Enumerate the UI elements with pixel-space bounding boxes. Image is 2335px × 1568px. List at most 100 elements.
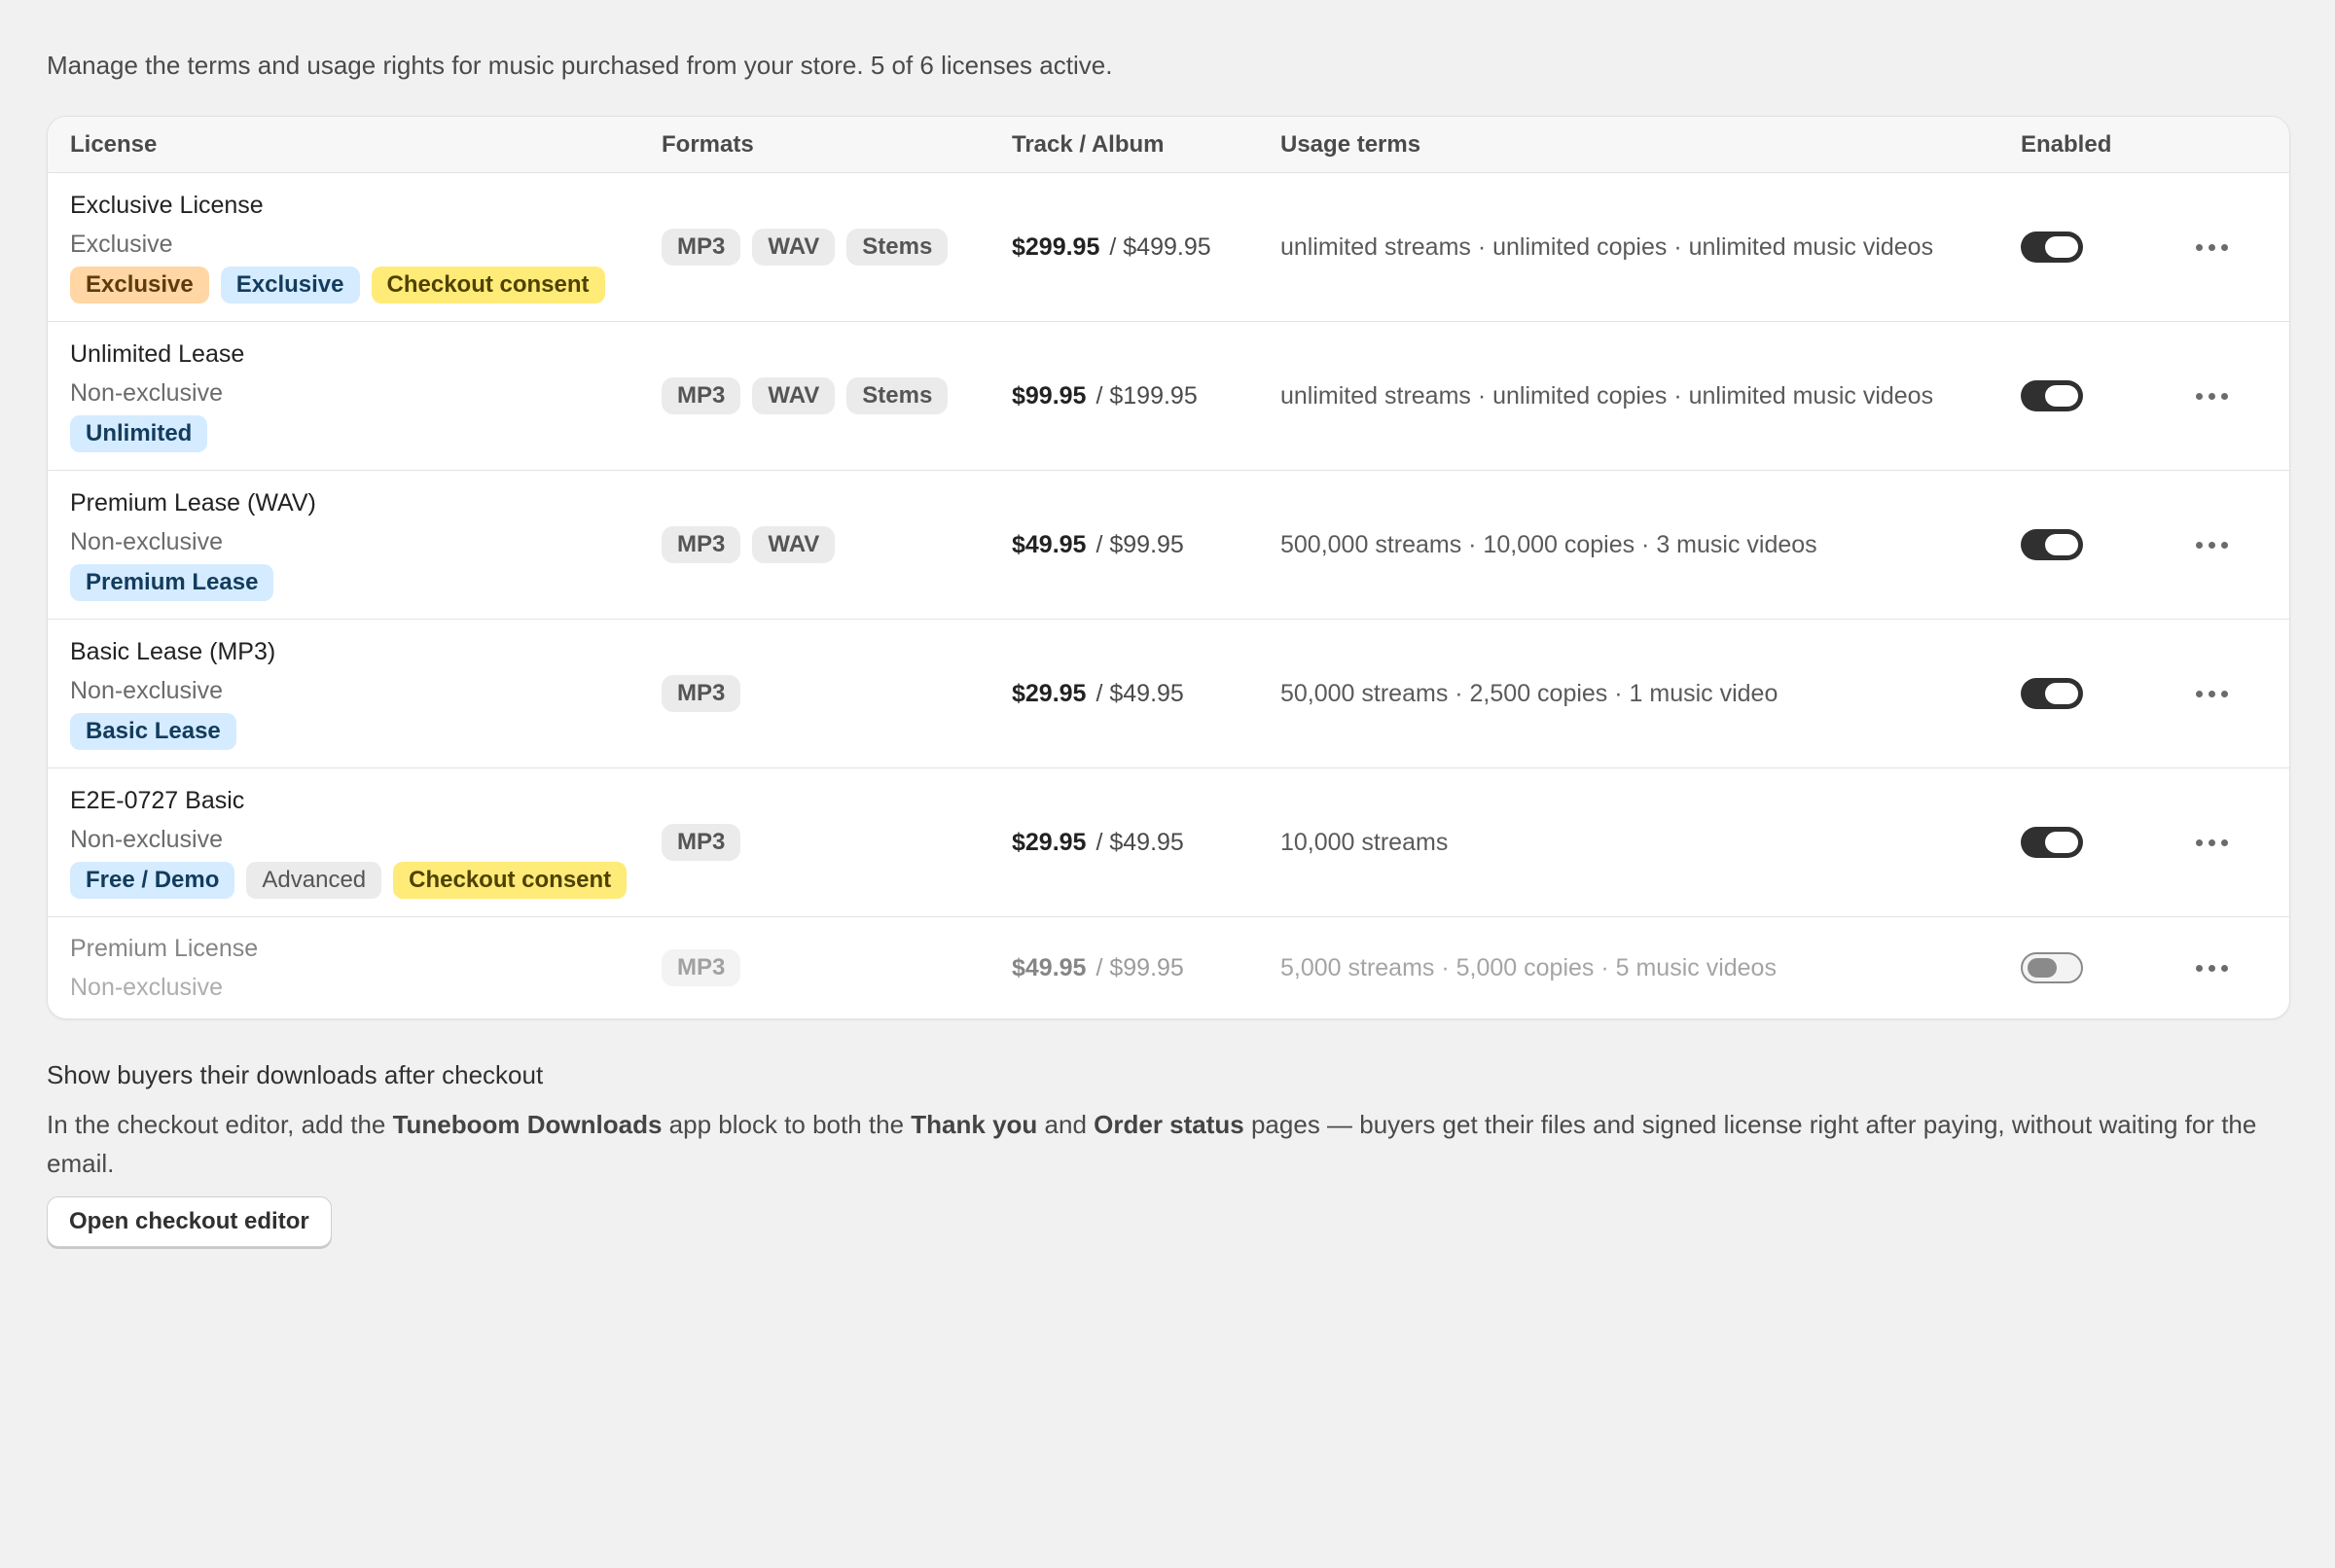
app-block-name: Tuneboom Downloads — [392, 1110, 663, 1139]
track-price: $49.95 — [1012, 953, 1087, 981]
downloads-section-title: Show buyers their downloads after checko… — [47, 1060, 544, 1089]
usage-terms: 500,000 streams · 10,000 copies · 3 musi… — [1280, 530, 1817, 558]
formats-cell: MP3 WAV — [662, 526, 1012, 563]
formats-cell: MP3 WAV Stems — [662, 377, 1012, 414]
album-price: / $199.95 — [1096, 381, 1198, 410]
usage-terms: unlimited streams · unlimited copies · u… — [1280, 232, 1934, 261]
license-type: Non-exclusive — [70, 528, 224, 555]
table-body: Exclusive License Exclusive Exclusive Exclu… — [48, 173, 2289, 1018]
header-enabled: Enabled — [2021, 130, 2112, 158]
format-tag: MP3 — [662, 949, 741, 986]
format-tag: MP3 — [662, 824, 741, 861]
price-cell: $49.95 / $99.95 — [1012, 531, 1280, 559]
format-tag: Stems — [846, 229, 949, 266]
licenses-table: License Formats Track / Album Usage term… — [47, 116, 2290, 1019]
price-cell: $299.95 / $499.95 — [1012, 233, 1280, 262]
usage-terms: unlimited streams · unlimited copies · u… — [1280, 381, 1934, 410]
license-cell: Basic Lease (MP3) Non-exclusive Basic Leas… — [48, 637, 662, 750]
track-price: $49.95 — [1012, 530, 1087, 558]
more-horizontal-icon[interactable] — [2196, 243, 2228, 251]
license-badge: Checkout consent — [371, 267, 605, 303]
enabled-toggle[interactable] — [2021, 827, 2083, 858]
format-tag: WAV — [752, 229, 836, 266]
open-checkout-editor-button[interactable]: Open checkout editor — [47, 1196, 332, 1247]
table-row: Premium License Non-exclusive MP3 $49.95 / $… — [48, 917, 2289, 1018]
table-row: E2E-0727 Basic Non-exclusive Free / Demo Ad… — [48, 768, 2289, 917]
header-track-album: Track / Album — [1012, 130, 1165, 158]
enabled-cell — [2021, 678, 2161, 709]
license-name: E2E-0727 Basic — [70, 787, 245, 814]
usage-terms: 10,000 streams — [1280, 828, 1449, 856]
album-price: / $499.95 — [1109, 232, 1211, 261]
toggle-knob — [2045, 236, 2078, 258]
more-horizontal-icon[interactable] — [2196, 392, 2228, 400]
album-price: / $49.95 — [1096, 679, 1184, 707]
license-badge: Free / Demo — [70, 862, 235, 899]
enabled-toggle[interactable] — [2021, 380, 2083, 411]
enabled-toggle[interactable] — [2021, 529, 2083, 560]
toggle-knob — [2045, 683, 2078, 704]
price-cell: $99.95 / $199.95 — [1012, 382, 1280, 410]
header-license: License — [70, 130, 158, 158]
usage-terms: 5,000 streams · 5,000 copies · 5 music v… — [1280, 953, 1777, 981]
license-type: Non-exclusive — [70, 974, 224, 1001]
enabled-cell — [2021, 827, 2161, 858]
format-tag: MP3 — [662, 675, 741, 712]
license-type: Non-exclusive — [70, 379, 224, 407]
license-badges: Unlimited — [70, 415, 662, 452]
license-badges: Premium Lease — [70, 564, 662, 601]
formats-cell: MP3 WAV Stems — [662, 229, 1012, 266]
actions-cell — [2161, 541, 2263, 549]
enabled-cell — [2021, 380, 2161, 411]
toggle-knob — [2028, 958, 2057, 978]
license-badge: Premium Lease — [70, 564, 274, 601]
format-tag: MP3 — [662, 229, 741, 266]
price-cell: $29.95 / $49.95 — [1012, 829, 1280, 857]
intro-text: Manage the terms and usage rights for mu… — [47, 51, 1113, 80]
license-badge: Advanced — [246, 862, 382, 899]
track-price: $29.95 — [1012, 679, 1087, 707]
license-name: Exclusive License — [70, 192, 264, 219]
more-horizontal-icon[interactable] — [2196, 690, 2228, 697]
album-price: / $99.95 — [1096, 953, 1184, 981]
formats-cell: MP3 — [662, 675, 1012, 712]
more-horizontal-icon[interactable] — [2196, 838, 2228, 846]
license-badge: Basic Lease — [70, 713, 236, 750]
license-cell: Exclusive License Exclusive Exclusive Exclu… — [48, 191, 662, 303]
table-header: License Formats Track / Album Usage term… — [48, 117, 2289, 173]
downloads-section-body: In the checkout editor, add the Tuneboom… — [47, 1105, 2284, 1183]
enabled-cell — [2021, 952, 2161, 983]
album-price: / $49.95 — [1096, 828, 1184, 856]
table-row: Basic Lease (MP3) Non-exclusive Basic Leas… — [48, 620, 2289, 768]
license-cell: Premium Lease (WAV) Non-exclusive Premium … — [48, 488, 662, 601]
format-tag: MP3 — [662, 377, 741, 414]
enabled-toggle[interactable] — [2021, 678, 2083, 709]
body-text: and — [1037, 1110, 1095, 1139]
toggle-knob — [2045, 832, 2078, 853]
enabled-toggle[interactable] — [2021, 952, 2083, 983]
formats-cell: MP3 — [662, 949, 1012, 986]
enabled-toggle[interactable] — [2021, 232, 2083, 263]
license-badge: Exclusive — [70, 267, 209, 303]
license-badge: Checkout consent — [393, 862, 628, 899]
more-horizontal-icon[interactable] — [2196, 964, 2228, 972]
body-text: app block to both the — [662, 1110, 912, 1139]
actions-cell — [2161, 690, 2263, 697]
thank-you-page-name: Thank you — [911, 1110, 1038, 1139]
body-text: In the checkout editor, add the — [47, 1110, 393, 1139]
track-price: $99.95 — [1012, 381, 1087, 410]
license-badges: Exclusive Exclusive Checkout consent — [70, 267, 662, 303]
license-badge: Unlimited — [70, 415, 208, 452]
actions-cell — [2161, 243, 2263, 251]
actions-cell — [2161, 392, 2263, 400]
table-row: Premium Lease (WAV) Non-exclusive Premium … — [48, 471, 2289, 620]
formats-cell: MP3 — [662, 824, 1012, 861]
license-badges: Basic Lease — [70, 713, 662, 750]
license-type: Exclusive — [70, 231, 173, 258]
license-name: Premium License — [70, 935, 259, 962]
license-name: Basic Lease (MP3) — [70, 638, 276, 665]
more-horizontal-icon[interactable] — [2196, 541, 2228, 549]
format-tag: Stems — [846, 377, 949, 414]
license-name: Premium Lease (WAV) — [70, 489, 316, 517]
format-tag: WAV — [752, 526, 836, 563]
